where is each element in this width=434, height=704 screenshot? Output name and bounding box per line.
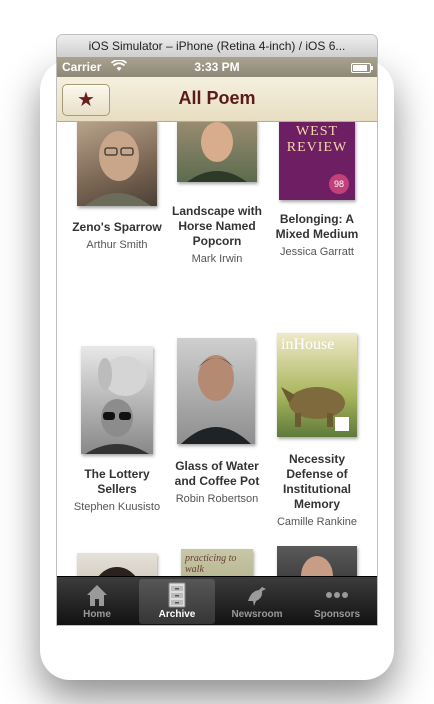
poem-grid[interactable]: Zeno's Sparrow Arthur Smith Landscape wi… — [57, 122, 377, 576]
bird-icon — [219, 581, 295, 609]
poem-thumbnail[interactable]: WEST REVIEW 98 — [279, 122, 355, 200]
simulator-window: iOS Simulator – iPhone (Retina 4-inch) /… — [57, 35, 377, 625]
poem-title: The Lottery Sellers — [84, 467, 150, 496]
tab-archive[interactable]: Archive — [139, 579, 215, 624]
tab-label: Home — [83, 609, 111, 620]
portrait-image — [301, 556, 333, 576]
poem-title: Zeno's Sparrow — [72, 220, 162, 234]
poem-author: Jessica Garratt — [280, 246, 354, 258]
poem-thumbnail[interactable] — [177, 122, 257, 182]
status-bar: Carrier 3:33 PM — [57, 57, 377, 77]
cover-issue: 98 — [329, 174, 349, 194]
portrait-image — [181, 355, 251, 444]
poem-title: Landscape with Horse Named Popcorn — [171, 204, 263, 248]
more-icon — [299, 581, 375, 609]
cover-title: practicing to walk — [185, 553, 237, 575]
tab-newsroom[interactable]: Newsroom — [219, 579, 295, 624]
poem-title: Necessity Defense of Institutional Memor… — [283, 452, 351, 511]
poem-author: Camille Rankine — [276, 516, 358, 528]
poem-label[interactable]: Zeno's Sparrow Arthur Smith — [67, 220, 167, 251]
poem-label[interactable]: Landscape with Horse Named Popcorn Mark … — [167, 204, 267, 265]
portrait-image — [85, 131, 151, 206]
tab-label: Newsroom — [231, 609, 283, 620]
portrait-image — [187, 122, 247, 182]
poem-thumbnail[interactable]: practicing to walk — [181, 549, 253, 576]
portrait-image — [85, 356, 149, 454]
poem-thumbnail[interactable] — [77, 553, 157, 576]
poem-thumbnail[interactable] — [177, 338, 255, 444]
poem-author: Arthur Smith — [86, 239, 148, 251]
poem-thumbnail[interactable] — [77, 122, 157, 206]
tab-bar: Home Archive Newsroom Sponsors — [57, 576, 377, 625]
navigation-bar: ★ All Poem — [57, 77, 377, 122]
poem-title: Glass of Water and Coffee Pot — [174, 459, 260, 488]
tab-label: Sponsors — [313, 609, 361, 620]
home-icon — [59, 581, 135, 609]
status-time: 3:33 PM — [194, 60, 240, 74]
poem-label[interactable]: Glass of Water and Coffee Pot Robin Robe… — [167, 459, 267, 505]
poem-label[interactable]: The Lottery Sellers Stephen Kuusisto — [67, 467, 167, 513]
tab-label: Archive — [158, 609, 196, 620]
portrait-image — [98, 567, 136, 576]
page-title: All Poem — [178, 88, 256, 108]
tab-sponsors[interactable]: Sponsors — [299, 579, 375, 624]
poem-thumbnail[interactable] — [277, 546, 357, 576]
poem-label[interactable]: Necessity Defense of Institutional Memor… — [267, 452, 367, 528]
poem-thumbnail[interactable] — [81, 346, 153, 454]
poem-author: Mark Irwin — [191, 253, 243, 265]
poem-author: Robin Robertson — [175, 493, 259, 505]
poem-author: Stephen Kuusisto — [73, 501, 161, 513]
cover-title: inHouse — [281, 336, 335, 353]
poem-thumbnail[interactable]: inHouse — [277, 333, 357, 437]
cover-title: WEST REVIEW — [286, 124, 348, 155]
archive-icon — [139, 581, 215, 609]
window-title: iOS Simulator – iPhone (Retina 4-inch) /… — [57, 35, 377, 58]
poem-title: Belonging: A Mixed Medium — [275, 212, 359, 241]
battery-icon — [351, 63, 373, 73]
poem-label[interactable]: Belonging: A Mixed Medium Jessica Garrat… — [267, 212, 367, 258]
cover-illustration — [281, 387, 349, 431]
tab-home[interactable]: Home — [59, 579, 135, 624]
